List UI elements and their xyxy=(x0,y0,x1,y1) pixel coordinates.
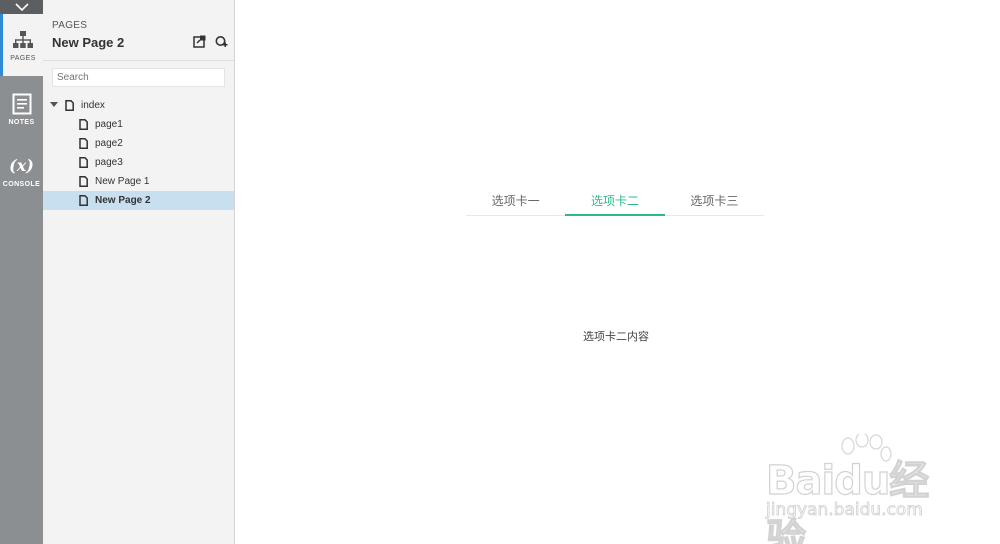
app-window: PAGES NOTES (x) CONSOLE PAGES New Page 2 xyxy=(0,0,1000,544)
page-icon xyxy=(65,100,74,111)
add-folder-icon xyxy=(215,35,227,47)
tab-two[interactable]: 选项卡二 xyxy=(565,183,665,216)
notes-icon xyxy=(11,93,33,115)
collapse-toggle[interactable] xyxy=(0,0,43,14)
page-icon xyxy=(79,195,88,206)
tree-item-label: page2 xyxy=(95,138,123,149)
tree-item-label: index xyxy=(81,100,105,111)
current-page-title: New Page 2 xyxy=(52,35,125,50)
tree-row-page3[interactable]: page3 xyxy=(43,153,234,172)
new-page-icon xyxy=(192,35,205,48)
tree-row-new-page-1[interactable]: New Page 1 xyxy=(43,172,234,191)
rail-tab-notes[interactable]: NOTES xyxy=(0,78,43,140)
panel-toolbar xyxy=(192,34,228,48)
rail-tab-pages[interactable]: PAGES xyxy=(0,14,43,76)
tree-item-label: page1 xyxy=(95,119,123,130)
tree-row-page1[interactable]: page1 xyxy=(43,115,234,134)
page-search-input[interactable] xyxy=(52,68,225,87)
tree-row-index[interactable]: index xyxy=(43,96,234,115)
tab-bar: 选项卡一 选项卡二 选项卡三 xyxy=(466,183,764,216)
tab-panel-content: 选项卡二内容 xyxy=(583,331,649,343)
page-icon xyxy=(79,119,88,130)
variable-icon: (x) xyxy=(9,156,34,175)
watermark-url: jingyan.baidu.com xyxy=(766,500,924,521)
tree-item-label: page3 xyxy=(95,157,123,168)
watermark-logo-text: Baidu经验 xyxy=(765,457,930,544)
tab-one[interactable]: 选项卡一 xyxy=(466,183,565,215)
tree-row-new-page-2[interactable]: New Page 2 xyxy=(43,191,234,210)
panel-divider xyxy=(43,60,234,61)
page-icon xyxy=(79,157,88,168)
add-folder-button[interactable] xyxy=(214,34,228,48)
tree-row-page2[interactable]: page2 xyxy=(43,134,234,153)
panel-caption: PAGES xyxy=(52,20,88,31)
page-icon xyxy=(79,138,88,149)
rail-tab-pages-label: PAGES xyxy=(10,54,36,62)
tab-three[interactable]: 选项卡三 xyxy=(665,183,764,215)
tree-item-label: New Page 2 xyxy=(95,195,151,206)
rail-tab-console[interactable]: (x) CONSOLE xyxy=(0,140,43,202)
page-icon xyxy=(79,176,88,187)
rail-tab-notes-label: NOTES xyxy=(8,118,35,126)
sitemap-icon xyxy=(12,29,34,51)
left-icon-rail: PAGES NOTES (x) CONSOLE xyxy=(0,0,43,544)
tree-item-label: New Page 1 xyxy=(95,176,150,187)
rail-tab-console-label: CONSOLE xyxy=(2,180,41,188)
expand-caret-icon[interactable] xyxy=(50,102,58,107)
add-page-button[interactable] xyxy=(192,34,206,48)
baidu-watermark: Baidu经验 jingyan.baidu.com xyxy=(765,434,966,544)
chevron-down-icon xyxy=(14,3,29,11)
pages-panel: PAGES New Page 2 Search index page1 page… xyxy=(43,0,235,544)
page-tree: index page1 page2 page3 New Page 1 New P… xyxy=(43,96,234,210)
